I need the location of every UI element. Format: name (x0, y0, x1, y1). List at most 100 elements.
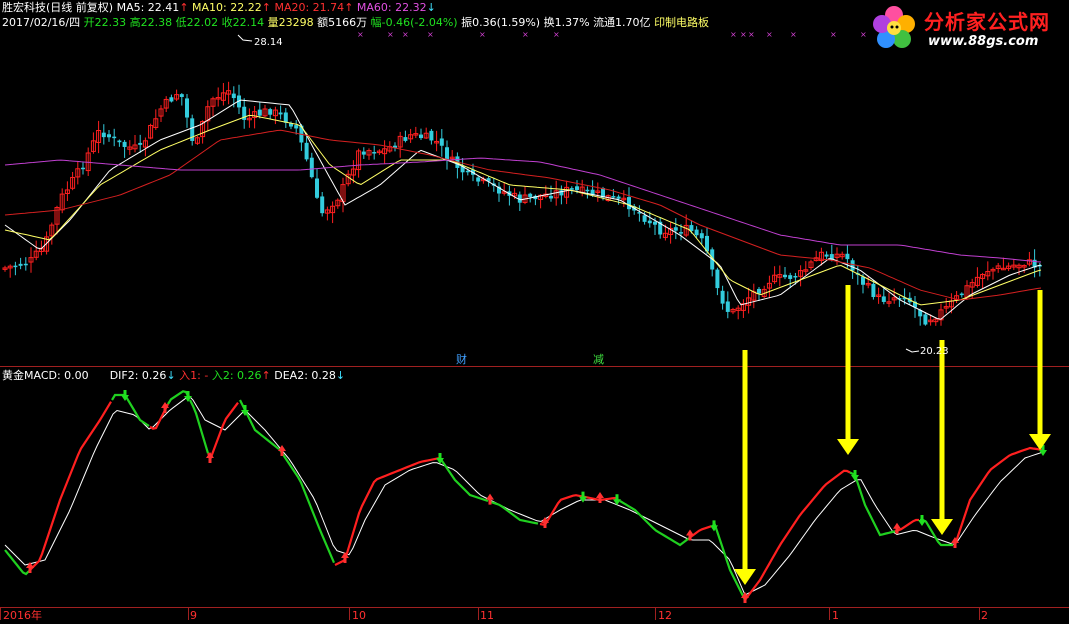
x-label-1: 9 (190, 609, 197, 622)
candle-body-162 (845, 253, 850, 260)
macd-bar-175 (913, 480, 917, 492)
macd-bar-95 (497, 480, 501, 505)
x-marker-13: × (860, 30, 867, 39)
macd-bar-54 (284, 480, 288, 498)
candle-body-118 (616, 196, 621, 199)
dif2-segment-7 (207, 402, 239, 460)
macd-bar-41 (216, 480, 220, 481)
macd-bar-61 (320, 480, 324, 519)
candle-body-80 (419, 134, 423, 139)
macd-bar-140 (731, 480, 735, 509)
candle-body-15 (81, 167, 85, 170)
macd-bar-0 (3, 480, 7, 505)
macd-bar-35 (185, 444, 189, 480)
macd-bar-23 (123, 419, 127, 480)
candle-body-2 (13, 265, 18, 268)
macd-bar-99 (518, 480, 522, 499)
x-label-0: 2016年 (3, 609, 42, 622)
macd-bar-120 (627, 480, 631, 490)
x-marker-8: × (740, 30, 747, 39)
macd-bar-197 (1027, 446, 1031, 480)
macd-bar-136 (710, 480, 714, 504)
macd-bar-112 (585, 480, 589, 491)
candle-body-35 (185, 98, 189, 118)
x-marker-12: × (830, 30, 837, 39)
candle-body-84 (439, 138, 444, 146)
candle-body-145 (757, 288, 761, 294)
macd-layer (3, 390, 1047, 603)
macd-bar-84 (440, 466, 444, 480)
macd-bar-100 (523, 480, 527, 497)
macd-bar-172 (897, 480, 901, 489)
macd-bar-114 (596, 480, 600, 492)
chart-stage[interactable]: 胜宏科技(日线 前复权) MA5: 22.41↑ MA10: 22.22↑ MA… (0, 0, 1069, 624)
x-label-2: 10 (352, 609, 366, 622)
x-label-6: 2 (981, 609, 988, 622)
candle-body-123 (642, 215, 647, 222)
macd-bar-31 (164, 431, 168, 480)
macd-bar-133 (695, 480, 699, 500)
macd-bar-127 (663, 480, 667, 492)
low-price-label: 20.23 (920, 346, 949, 357)
macd-bar-151 (788, 465, 792, 480)
macd-bar-50 (263, 480, 267, 488)
macd-bar-28 (149, 446, 153, 480)
candle-body-21 (112, 136, 117, 139)
macd-bar-111 (580, 480, 584, 491)
macd-bar-60 (315, 480, 319, 518)
x-marker-2: × (402, 30, 409, 39)
macd-bar-196 (1022, 447, 1026, 480)
macd-bar-43 (227, 466, 231, 480)
candle-body-130 (679, 232, 683, 234)
macd-bar-80 (419, 461, 423, 480)
macd-bar-1 (8, 480, 12, 507)
candle-body-129 (673, 227, 678, 231)
candle-body-165 (861, 276, 865, 285)
macd-bar-104 (544, 480, 548, 489)
macd-bar-119 (622, 480, 626, 490)
macd-bar-30 (159, 437, 163, 480)
macd-bar-106 (554, 480, 558, 486)
macd-bar-6 (34, 480, 38, 502)
macd-bar-188 (981, 458, 985, 480)
macd-bar-46 (242, 469, 246, 480)
macd-bar-45 (237, 468, 241, 480)
macd-bar-22 (117, 410, 121, 480)
macd-bar-98 (513, 480, 517, 501)
macd-bar-109 (570, 480, 574, 490)
macd-bar-91 (476, 480, 480, 498)
candle-body-177 (923, 314, 928, 325)
macd-bar-11 (60, 455, 64, 480)
macd-bar-69 (362, 480, 366, 484)
macd-bar-156 (814, 447, 818, 480)
macd-bar-125 (653, 480, 657, 490)
candle-body-34 (179, 94, 184, 97)
macd-bar-96 (502, 480, 506, 504)
x-marker-6: × (553, 30, 560, 39)
buy-arrow-icon-12 (596, 492, 604, 503)
macd-bar-110 (575, 480, 579, 491)
ma5-line (4, 99, 1042, 320)
macd-bar-162 (845, 453, 849, 480)
macd-bar-187 (975, 461, 979, 480)
macd-bar-147 (767, 480, 771, 485)
candle-body-3 (18, 263, 23, 266)
candle-body-117 (611, 196, 616, 198)
macd-bar-169 (882, 480, 886, 486)
candle-body-101 (528, 193, 533, 197)
x-marker-4: × (479, 30, 486, 39)
macd-bar-63 (331, 480, 335, 514)
candle-body-82 (429, 130, 434, 141)
ma20-line (4, 129, 1042, 301)
candle-body-44 (231, 93, 236, 99)
macd-bar-185 (965, 469, 969, 480)
macd-bar-25 (133, 440, 137, 480)
macd-bar-15 (81, 423, 85, 480)
macd-bar-154 (804, 455, 808, 480)
macd-bar-182 (949, 480, 953, 484)
macd-bar-55 (289, 480, 293, 501)
macd-bar-173 (903, 480, 907, 490)
dif2-segment-18 (744, 469, 851, 601)
macd-bar-135 (705, 480, 709, 502)
macd-bar-122 (637, 480, 641, 489)
